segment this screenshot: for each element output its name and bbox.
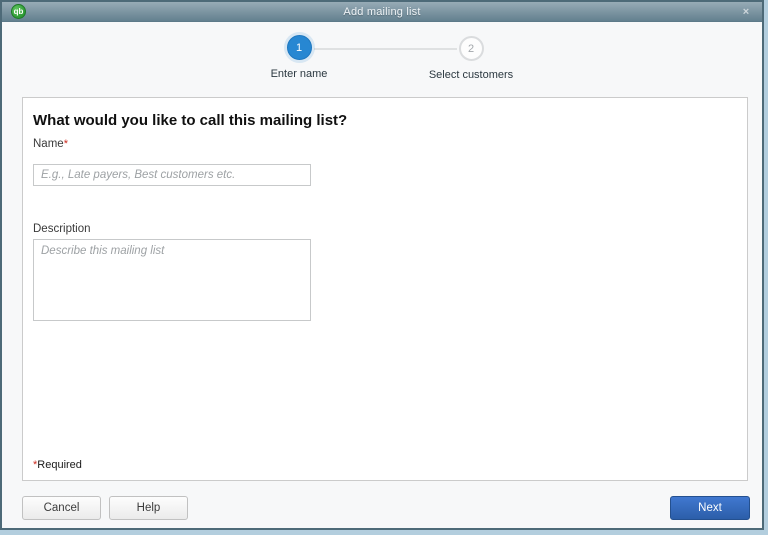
step-2-label: Select customers <box>428 69 514 81</box>
description-label: Description <box>33 223 91 235</box>
name-required-asterisk: * <box>63 138 68 150</box>
name-label-text: Name <box>33 138 64 150</box>
page-title: What would you like to call this mailing… <box>33 112 348 129</box>
name-label: Name* <box>33 138 68 150</box>
cancel-button[interactable]: Cancel <box>22 496 101 520</box>
required-note: *Required <box>33 459 82 471</box>
window-title: Add mailing list <box>343 5 421 18</box>
step-1-circle: 1 <box>286 35 312 60</box>
next-button[interactable]: Next <box>670 496 750 520</box>
step-enter-name: 1 Enter name <box>219 35 379 80</box>
step-select-customers: 2 Select customers <box>391 36 551 81</box>
help-button[interactable]: Help <box>109 496 188 520</box>
quickbooks-app-icon: qb <box>11 4 26 19</box>
close-icon[interactable]: × <box>738 5 754 19</box>
name-input[interactable] <box>33 164 311 186</box>
form-panel: What would you like to call this mailing… <box>22 97 748 481</box>
step-2-circle: 2 <box>458 36 484 61</box>
add-mailing-list-dialog: qb Add mailing list × 1 Enter name 2 Sel… <box>0 0 764 530</box>
step-1-label: Enter name <box>270 68 328 80</box>
description-input[interactable] <box>33 239 311 321</box>
wizard-stepper: 1 Enter name 2 Select customers <box>2 35 762 91</box>
required-note-text: Required <box>37 459 82 471</box>
titlebar: qb Add mailing list × <box>2 2 762 22</box>
